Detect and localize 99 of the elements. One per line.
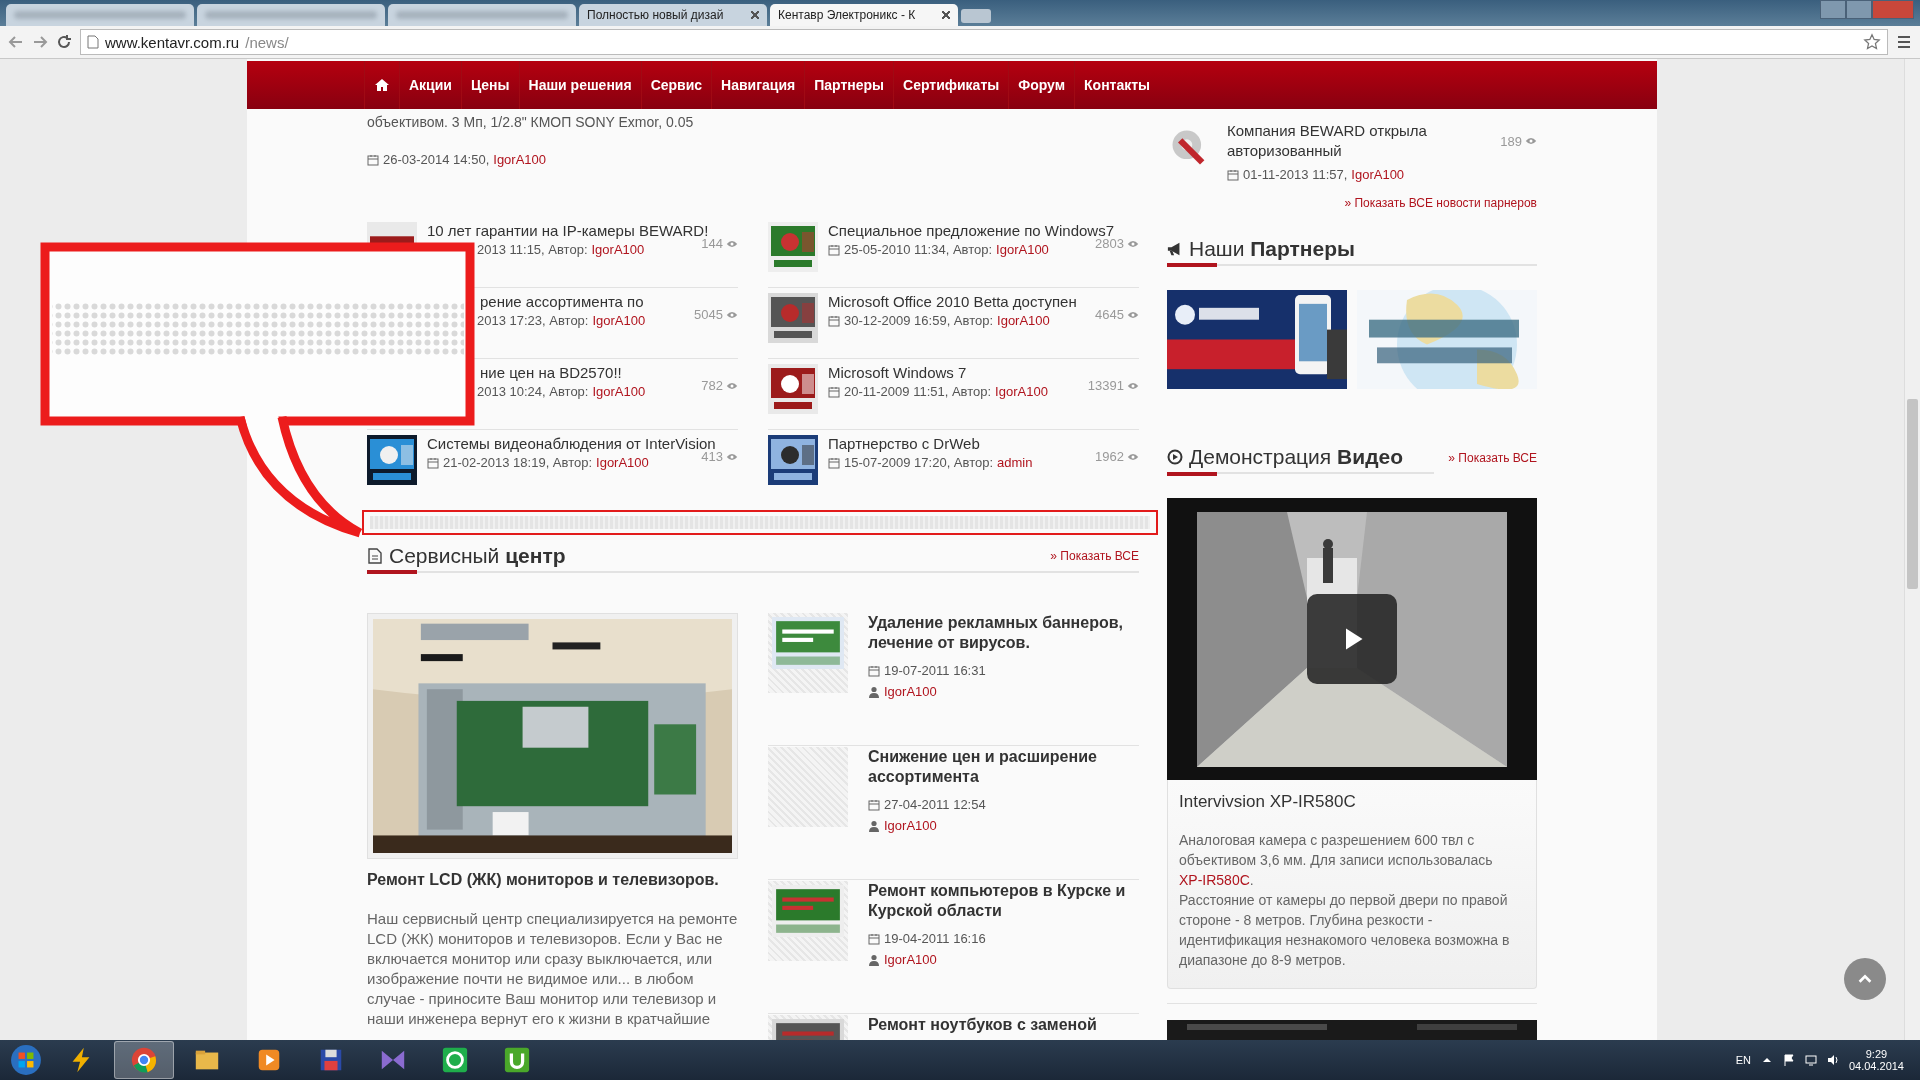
language-indicator[interactable]: EN <box>1735 1054 1751 1066</box>
browser-tab[interactable]: Полностью новый дизай <box>579 4 767 26</box>
author-link[interactable]: IgorA100 <box>997 313 1050 328</box>
section-title: Демонстрация Видео <box>1189 445 1403 469</box>
calendar-icon <box>828 243 840 256</box>
video-description: Расстояние от камеры до первой двери по правой стороне - 8 метров. Глубина резкости - идентификация незнакомого человека возможна в диапазоне до 8-9 метров. <box>1179 891 1511 970</box>
forward-icon[interactable] <box>32 34 48 50</box>
video-description: Аналоговая камера с разрешением 600 твл с объективом 3,6 мм. Для записи использовалась XP-IR580C. <box>1179 831 1494 890</box>
author-link[interactable]: IgorA100 <box>884 818 937 833</box>
address-field[interactable]: www.kentavr.com.ru /news/ <box>80 29 1888 55</box>
ring-icon <box>441 1046 469 1074</box>
article-excerpt: Наш сервисный центр специализируется на ремонте LCD (ЖК) мониторов и телевизоров. Если у Вас не включается монитор или сразу выключается, или изображение почти не видимое или... в любом случае - приносите Ваш монитор или телевизор и наши инженера вернут его к жизни в кратчайшие <box>367 909 738 1029</box>
scrollbar[interactable] <box>1904 59 1920 1040</box>
user-icon <box>868 685 880 698</box>
nav-link[interactable]: Контакты <box>1074 61 1160 109</box>
post-date: 19-07-2011 16:31 <box>884 663 986 678</box>
calendar-icon <box>868 798 880 811</box>
video-title[interactable]: Intervivsion XP-IR580C <box>1179 792 1525 812</box>
show-all-link[interactable]: » Показать ВСЕ новости парнеров <box>1344 196 1537 210</box>
article-title[interactable]: Снижение цен и расширение ассортимента <box>868 747 1139 787</box>
post-date: 2013 11:15, Автор: <box>477 242 588 257</box>
nav-link[interactable]: Сервис <box>640 61 712 109</box>
calendar-icon <box>828 314 840 327</box>
view-count: 189 <box>1500 133 1522 149</box>
back-icon[interactable] <box>8 34 24 50</box>
article-title[interactable]: Ремонт компьютеров в Курске и Курской области <box>868 881 1139 921</box>
nav-link[interactable]: Сертификаты <box>893 61 1009 109</box>
author-link[interactable]: IgorA100 <box>1351 167 1405 182</box>
article-title[interactable]: Удаление рекламных баннеров, лечение от вирусов. <box>868 613 1139 653</box>
four-squares-icon <box>10 1044 42 1076</box>
post-date: 2013 17:23, Автор: <box>477 313 589 328</box>
speaker-icon[interactable] <box>1826 1054 1839 1066</box>
author-link[interactable]: IgorA100 <box>995 384 1048 399</box>
nav-link[interactable]: Форум <box>1008 61 1075 109</box>
post-date: 27-04-2011 12:54 <box>884 797 986 812</box>
calendar-icon <box>367 153 379 166</box>
author-link[interactable]: IgorA100 <box>996 242 1049 257</box>
author-link[interactable]: IgorA100 <box>884 684 937 699</box>
author-link[interactable]: IgorA100 <box>592 384 646 399</box>
post-date: 25-05-2010 11:34, Автор: <box>844 242 993 257</box>
nav-link[interactable]: Навигация <box>711 61 805 109</box>
play-circle-icon <box>1167 449 1183 465</box>
post-date: 19-04-2011 16:16 <box>884 931 986 946</box>
calendar-icon <box>1227 168 1239 181</box>
author-link[interactable]: IgorA100 <box>591 242 645 257</box>
eye-icon <box>726 310 738 319</box>
news-excerpt: объективом. 3 Мп, 1/2.8" КМОП SONY Exmor, 0.05 <box>367 113 695 132</box>
user-icon <box>868 819 880 832</box>
post-date: 26-03-2014 14:50, <box>383 152 490 167</box>
author-link[interactable]: IgorA100 <box>596 455 649 470</box>
document-icon <box>367 548 383 564</box>
post-date: 30-12-2009 16:59, Автор: <box>844 313 994 328</box>
clock[interactable]: 9:29 04.04.2014 <box>1848 1048 1904 1072</box>
eye-icon <box>1127 381 1139 390</box>
menu-icon[interactable] <box>1896 34 1912 50</box>
reload-icon[interactable] <box>56 34 72 50</box>
author-link[interactable]: IgorA100 <box>493 152 547 167</box>
author-link[interactable]: admin <box>997 455 1033 470</box>
calendar-icon <box>868 664 880 677</box>
product-link[interactable]: XP-IR580C <box>1179 872 1250 888</box>
nav-link[interactable]: Цены <box>460 61 519 109</box>
nav-link[interactable]: Наши решения <box>518 61 641 109</box>
post-date: 21-02-2013 18:19, Автор: <box>443 455 593 470</box>
author-link[interactable]: IgorA100 <box>884 952 937 967</box>
eye-icon <box>1525 137 1537 145</box>
article-title[interactable]: Ремонт LCD (ЖК) мониторов и телевизоров. <box>367 871 738 889</box>
star-icon[interactable] <box>1863 33 1881 51</box>
eye-icon <box>1127 452 1139 461</box>
show-all-link[interactable]: » Показать ВСЕ <box>1050 549 1139 563</box>
post-date: 20-11-2009 11:51, Автор: <box>844 384 992 399</box>
eye-icon <box>1127 239 1139 248</box>
network-icon[interactable] <box>1804 1054 1817 1066</box>
article-title[interactable]: Ремонт ноутбуков с заменой <box>868 1015 1139 1035</box>
flag-icon[interactable] <box>1782 1054 1795 1066</box>
calendar-icon <box>427 456 439 469</box>
calendar-icon <box>828 456 840 469</box>
play-button[interactable] <box>1307 594 1397 684</box>
section-title: Сервисный центр <box>389 544 566 568</box>
author-link[interactable]: IgorA100 <box>592 313 646 328</box>
nav-link[interactable]: Партнеры <box>804 61 894 109</box>
eye-icon <box>726 381 738 390</box>
user-icon <box>868 953 880 966</box>
calendar-icon <box>868 932 880 945</box>
eye-icon <box>726 239 738 248</box>
post-date: 01-11-2013 11:57, <box>1243 167 1348 182</box>
post-date: 15-07-2009 17:20, Автор: <box>844 455 994 470</box>
home-icon <box>374 78 390 92</box>
eye-icon <box>1127 310 1139 319</box>
u-shape-icon <box>503 1046 531 1074</box>
section-title: Наши Партнеры <box>1189 237 1355 261</box>
nav-link[interactable]: Акции <box>399 61 461 109</box>
post-date: 2013 10:24, Автор: <box>477 384 589 399</box>
calendar-icon <box>828 385 840 398</box>
news-title[interactable]: Компания BEWARD открыла авторизованный <box>1227 121 1447 161</box>
show-all-link[interactable]: » Показать ВСЕ <box>1448 451 1537 465</box>
browser-tab[interactable]: Кентавр Электроникс - К <box>770 4 958 26</box>
eye-icon <box>726 452 738 461</box>
page-icon <box>87 35 99 49</box>
browser-icon <box>130 1046 158 1074</box>
